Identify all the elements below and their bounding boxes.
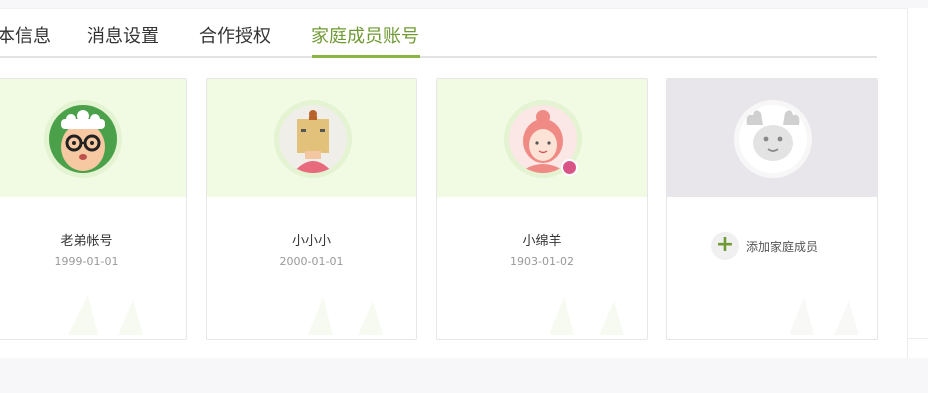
- avatar: [274, 100, 352, 178]
- add-member-button[interactable]: + 添加家庭成员: [711, 232, 818, 260]
- footer-bar: [0, 360, 928, 393]
- grandpa-avatar-icon: [49, 105, 117, 173]
- avatar: [44, 100, 122, 178]
- member-birthday: 1999-01-01: [54, 255, 119, 268]
- member-name: 小小小: [291, 234, 331, 249]
- member-name: 老弟帐号: [60, 234, 113, 249]
- tab-bar: 本信息 消息设置 合作授权 家庭成员账号: [0, 8, 877, 58]
- add-member-card[interactable]: + 添加家庭成员: [666, 78, 878, 340]
- member-name: 小绵羊: [522, 234, 562, 249]
- tab-cooperation[interactable]: 合作授权: [199, 22, 271, 48]
- add-member-label: 添加家庭成员: [746, 239, 819, 254]
- leaf-decoration-icon: [308, 297, 383, 335]
- tab-profile[interactable]: 本信息: [0, 22, 51, 48]
- box-head-avatar-icon: [279, 105, 347, 173]
- plus-icon: +: [711, 232, 739, 260]
- moose-placeholder-icon: [739, 105, 807, 173]
- member-card[interactable]: 小绵羊 1903-01-02: [436, 78, 648, 340]
- leaf-decoration-icon: [549, 297, 624, 335]
- member-card[interactable]: 小小小 2000-01-01: [206, 78, 417, 340]
- member-birthday: 2000-01-01: [279, 255, 344, 268]
- member-card[interactable]: 老弟帐号 1999-01-01: [0, 78, 187, 340]
- tab-message-settings[interactable]: 消息设置: [87, 22, 159, 48]
- leaf-decoration-icon: [68, 295, 143, 335]
- avatar: [734, 100, 812, 178]
- right-edge: [908, 8, 928, 358]
- active-tab-indicator: [312, 55, 420, 58]
- tab-family-accounts[interactable]: 家庭成员账号: [311, 22, 419, 48]
- female-badge-icon: [561, 159, 578, 176]
- leaf-decoration-icon: [789, 297, 859, 335]
- member-birthday: 1903-01-02: [510, 255, 574, 268]
